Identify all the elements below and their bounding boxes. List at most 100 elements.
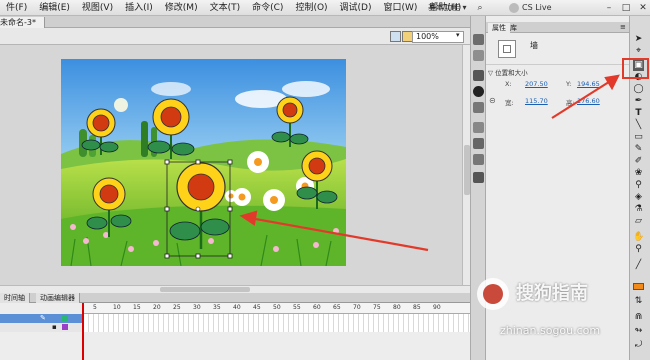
timeline-tick-label: 85 <box>413 304 421 311</box>
components-icon[interactable] <box>473 122 484 133</box>
height-label: 高: <box>566 99 575 107</box>
frames-row[interactable] <box>84 323 470 332</box>
timeline-tick-label: 75 <box>373 304 381 311</box>
rectangle-tool-icon[interactable]: ▭ <box>633 132 644 143</box>
menu-insert[interactable]: 插入(I) <box>119 0 159 16</box>
layer-row[interactable]: ▪ <box>0 323 82 332</box>
layer-color-swatch <box>62 324 68 330</box>
timeline-tick-label: 55 <box>293 304 301 311</box>
menu-window[interactable]: 窗口(W) <box>378 0 424 16</box>
playhead[interactable] <box>82 303 84 360</box>
symbol-name: 墙 <box>530 41 538 50</box>
height-value[interactable]: 176.60 <box>577 97 600 105</box>
history-icon[interactable] <box>473 154 484 165</box>
panel-menu-icon[interactable]: ≡ <box>620 23 626 31</box>
menu-text[interactable]: 文本(T) <box>204 0 247 16</box>
horizontal-scrollbar[interactable] <box>0 285 470 293</box>
chevron-down-icon[interactable]: ▾ <box>456 31 460 39</box>
stroke-color-icon[interactable]: ╱ <box>633 260 644 271</box>
tab-timeline[interactable]: 时间轴 <box>0 293 30 303</box>
search-icon[interactable]: ⌕ <box>473 2 487 14</box>
info-icon[interactable] <box>473 86 484 97</box>
swap-colors-icon[interactable]: ⇅ <box>633 296 644 307</box>
timeline-tick-label: 90 <box>433 304 441 311</box>
width-value[interactable]: 115.70 <box>525 97 548 105</box>
timeline-tick-label: 60 <box>313 304 321 311</box>
document-tab[interactable]: 未命名-3* <box>0 17 45 28</box>
pen-tool-icon[interactable]: ✒ <box>633 96 644 107</box>
menu-control[interactable]: 控制(O) <box>289 0 333 16</box>
subselection-tool-icon[interactable]: ⌖ <box>633 46 644 57</box>
selection-tool-icon[interactable]: ➤ <box>633 34 644 45</box>
stage[interactable] <box>61 59 346 266</box>
timeline-tick-label: 70 <box>353 304 361 311</box>
paint-bucket-tool-icon[interactable]: ◈ <box>633 192 644 203</box>
horizontal-scroll-thumb[interactable] <box>160 287 250 292</box>
vertical-scrollbar[interactable] <box>462 45 470 285</box>
timeline-tick-label: 40 <box>233 304 241 311</box>
timeline-tick-label: 45 <box>253 304 261 311</box>
brush-tool-icon[interactable]: ✐ <box>633 156 644 167</box>
bone-tool-icon[interactable]: ⚲ <box>633 180 644 191</box>
menu-modify[interactable]: 修改(M) <box>159 0 204 16</box>
workspace-label: 基本功能 <box>428 3 460 12</box>
timeline-tick-label: 80 <box>393 304 401 311</box>
fill-color-swatch[interactable] <box>633 283 644 290</box>
section-position-size[interactable]: ▽ 位置和大小 <box>488 67 528 77</box>
snap-icon[interactable]: ⋒ <box>633 312 644 323</box>
edit-scene-icon[interactable] <box>390 31 401 42</box>
menu-view[interactable]: 视图(V) <box>76 0 119 16</box>
x-label: X: <box>505 80 512 88</box>
color-icon[interactable] <box>473 50 484 61</box>
workspace-switcher[interactable]: 基本功能 ▾ <box>428 2 467 13</box>
minimize-button[interactable]: – <box>602 2 616 14</box>
swatches-icon[interactable] <box>473 34 484 45</box>
smooth-icon[interactable]: ↬ <box>633 326 644 337</box>
tab-library[interactable]: 库 <box>506 23 521 33</box>
timeline-tick-label: 65 <box>333 304 341 311</box>
timeline-tick-label: 5 <box>93 304 97 311</box>
zoom-tool-icon[interactable]: ⚲ <box>633 244 644 255</box>
tab-motion-editor[interactable]: 动画编辑器 <box>36 293 80 303</box>
menu-debug[interactable]: 调试(D) <box>334 0 378 16</box>
pencil-tool-icon[interactable]: ✎ <box>633 144 644 155</box>
maximize-button[interactable]: □ <box>619 2 633 14</box>
eraser-tool-icon[interactable]: ▱ <box>633 216 644 227</box>
lock-icon[interactable]: ▪ <box>52 323 57 331</box>
hand-tool-icon[interactable]: ✋ <box>633 232 644 243</box>
divider <box>486 64 629 65</box>
timeline-tick-label: 10 <box>113 304 121 311</box>
cs-live-button[interactable]: CS Live <box>509 2 552 13</box>
timeline-tick-label: 50 <box>273 304 281 311</box>
y-value[interactable]: 194.65 <box>577 80 600 88</box>
deco-tool-icon[interactable]: ❀ <box>633 168 644 179</box>
text-tool-icon[interactable]: T <box>633 108 644 119</box>
cs-live-icon <box>509 2 519 13</box>
menu-edit[interactable]: 编辑(E) <box>33 0 76 16</box>
layer-row-selected[interactable]: ✎ <box>0 314 82 323</box>
lasso-tool-icon[interactable]: ◯ <box>633 84 644 95</box>
symbol-thumbnail <box>498 40 516 58</box>
sogou-logo-icon <box>477 278 509 310</box>
frames-row[interactable] <box>84 314 470 323</box>
align-icon[interactable] <box>473 70 484 81</box>
section-title: 位置和大小 <box>495 69 528 77</box>
timeline-tick-label: 35 <box>213 304 221 311</box>
timeline-tick-label: 20 <box>153 304 161 311</box>
panel-icon-strip <box>470 16 486 360</box>
eyedropper-tool-icon[interactable]: ⚗ <box>633 204 644 215</box>
code-snippets-icon[interactable] <box>473 172 484 183</box>
menu-file[interactable]: 件(F) <box>0 0 33 16</box>
menu-command[interactable]: 命令(C) <box>246 0 289 16</box>
straighten-icon[interactable]: ⤾ <box>633 340 644 351</box>
motion-presets-icon[interactable] <box>473 138 484 149</box>
document-tab-bar <box>0 16 470 28</box>
menu-bar: 件(F) 编辑(E) 视图(V) 插入(I) 修改(M) 文本(T) 命令(C)… <box>0 0 470 16</box>
x-value[interactable]: 207.50 <box>525 80 548 88</box>
line-tool-icon[interactable]: ╲ <box>633 120 644 131</box>
transform-icon[interactable] <box>473 102 484 113</box>
close-button[interactable]: ✕ <box>636 2 650 14</box>
width-label: 宽: <box>505 99 514 107</box>
link-dimensions-icon[interactable]: ⊝ <box>489 96 496 105</box>
stage-artwork <box>61 59 346 266</box>
